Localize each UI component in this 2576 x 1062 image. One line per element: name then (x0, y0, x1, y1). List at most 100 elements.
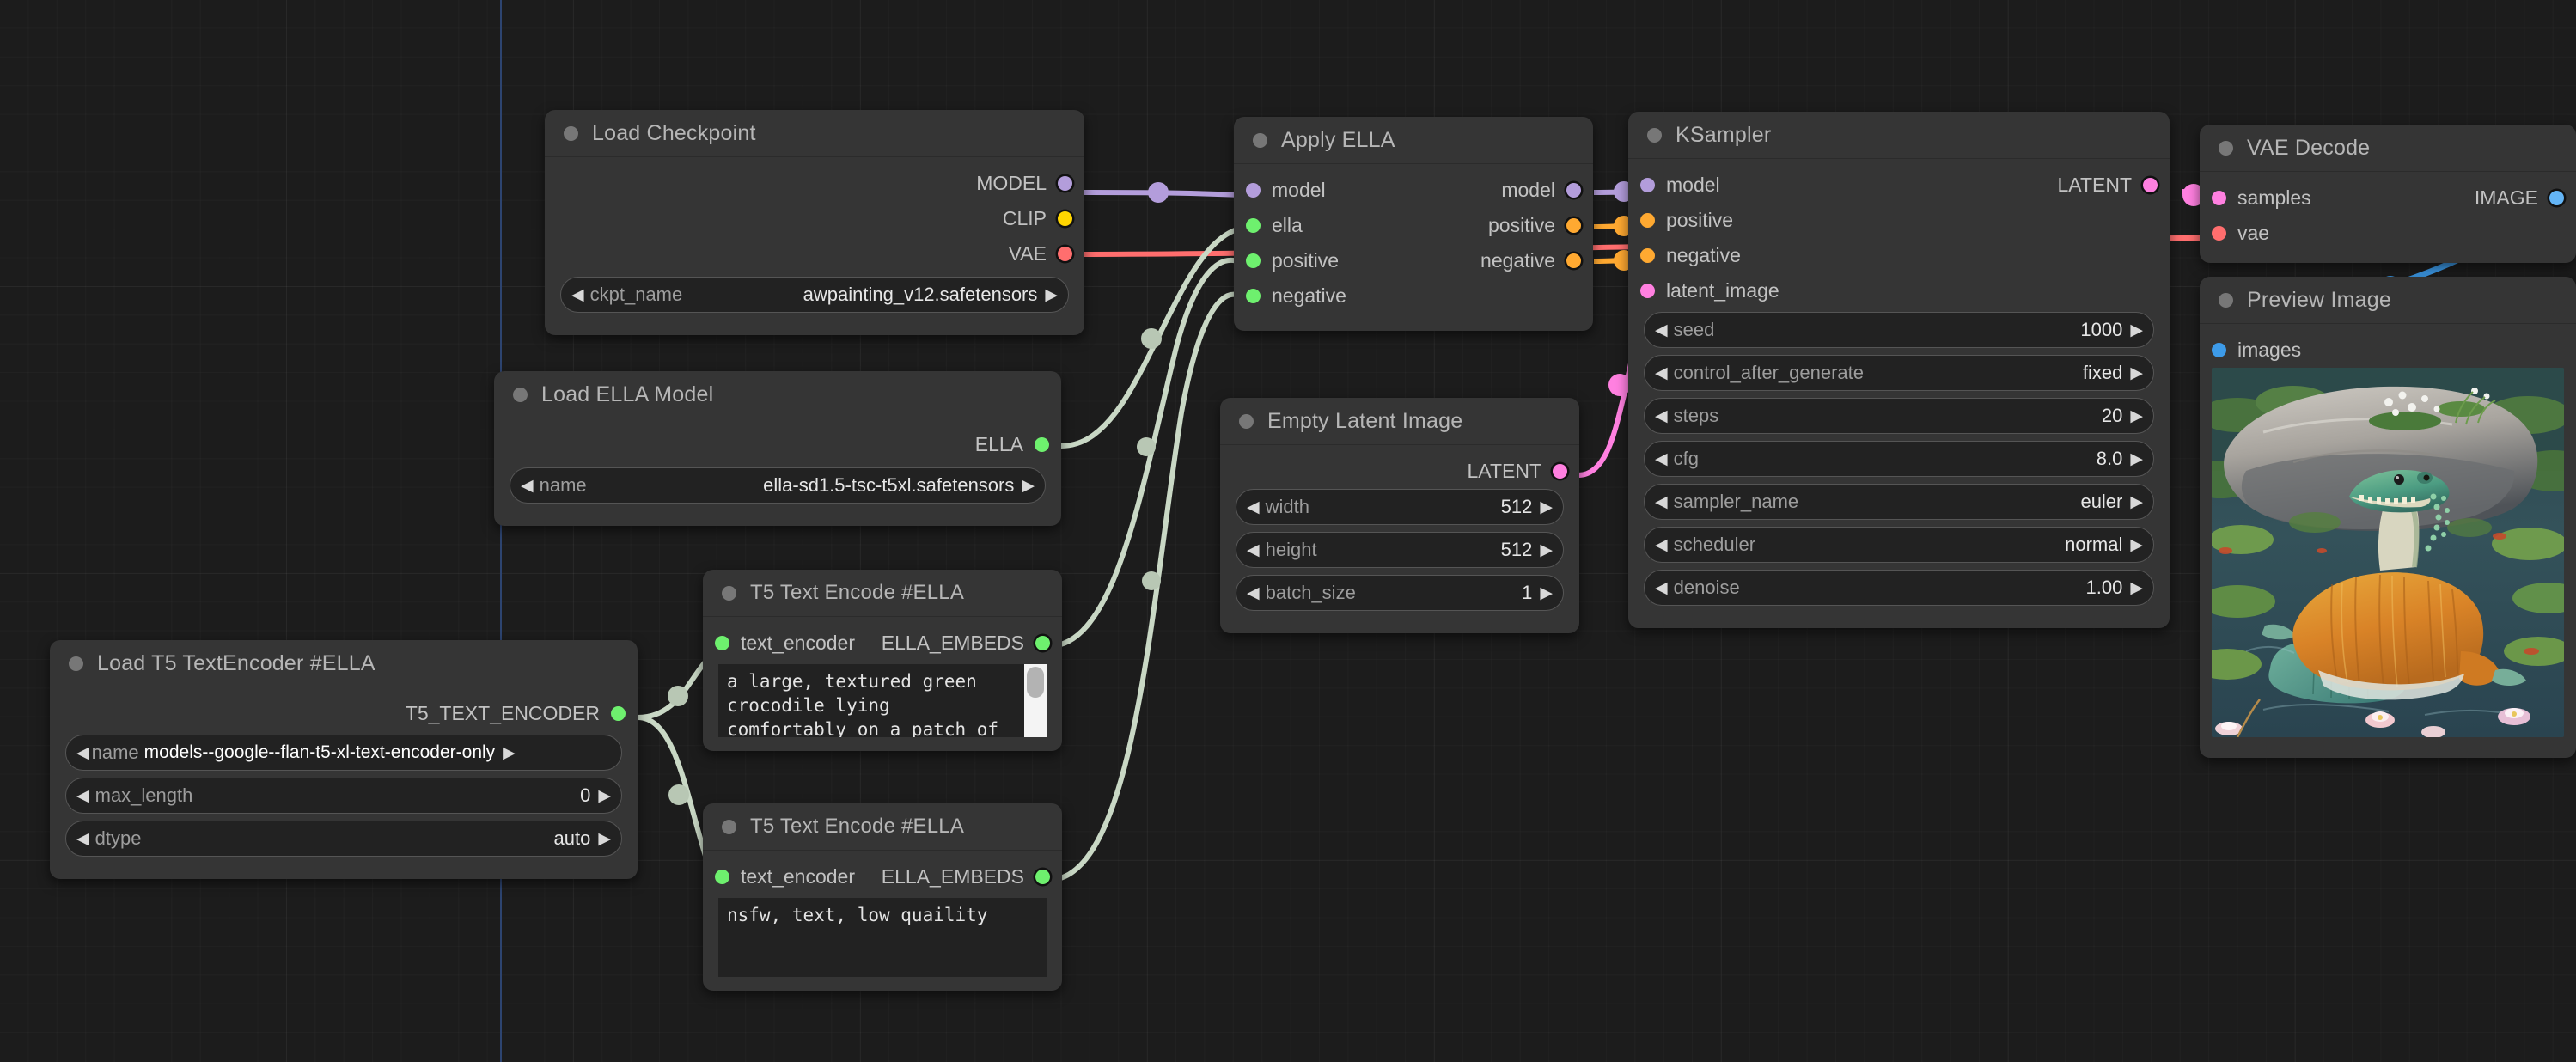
input-slot-model[interactable]: model (1234, 179, 1326, 202)
widget-t5-name[interactable]: ◀ name models--google--flan-t5-xl-text-e… (65, 735, 622, 771)
slot-dot-ella[interactable] (1246, 218, 1261, 233)
collapse-icon[interactable] (1253, 132, 1267, 148)
slot-dot-image[interactable] (2549, 191, 2564, 205)
output-slot-model[interactable]: model (1501, 179, 1593, 202)
output-slot-model[interactable]: MODEL (545, 166, 1084, 201)
widget-seed[interactable]: ◀ seed 1000 ▶ (1644, 312, 2154, 348)
widget-control-after-generate[interactable]: ◀ control_after_generate fixed ▶ (1644, 355, 2154, 391)
slot-dot-images[interactable] (2212, 343, 2226, 357)
output-slot-positive[interactable]: positive (1488, 214, 1593, 237)
widget-denoise[interactable]: ◀ denoise 1.00 ▶ (1644, 570, 2154, 606)
widget-sampler-name[interactable]: ◀ sampler_name euler ▶ (1644, 484, 2154, 520)
slot-dot-text-encoder[interactable] (715, 870, 729, 884)
prompt-textarea-negative[interactable]: nsfw, text, low quaility (718, 898, 1047, 977)
increment-arrow-icon[interactable]: ▶ (1540, 585, 1553, 601)
node-apply-ella[interactable]: Apply ELLA model model ella positive pos… (1234, 117, 1593, 331)
node-title-bar[interactable]: T5 Text Encode #ELLA (703, 570, 1062, 617)
slot-dot-model[interactable] (1640, 178, 1655, 192)
slot-dot-latent-image[interactable] (1640, 284, 1655, 298)
slot-dot-negative[interactable] (1246, 289, 1261, 303)
increment-arrow-icon[interactable]: ▶ (2130, 408, 2143, 424)
decrement-arrow-icon[interactable]: ◀ (521, 478, 534, 494)
output-slot-t5-text-encoder[interactable]: T5_TEXT_ENCODER (50, 696, 638, 731)
collapse-icon[interactable] (722, 819, 736, 834)
input-slot-negative[interactable]: negative (1628, 238, 2170, 273)
node-graph-canvas[interactable]: Load Checkpoint MODEL CLIP VAE ◀ ckpt_na… (0, 0, 2576, 1062)
node-ksampler[interactable]: KSampler model LATENT positive negative … (1628, 112, 2170, 628)
slot-dot-latent[interactable] (1553, 464, 1567, 479)
decrement-arrow-icon[interactable]: ◀ (76, 831, 89, 847)
node-title-bar[interactable]: Load T5 TextEncoder #ELLA (50, 640, 638, 687)
slot-dot-ella-embeds[interactable] (1035, 636, 1050, 650)
decrement-arrow-icon[interactable]: ◀ (1655, 322, 1668, 339)
node-vae-decode[interactable]: VAE Decode samples IMAGE vae (2200, 125, 2576, 263)
collapse-icon[interactable] (2219, 292, 2233, 308)
node-load-checkpoint[interactable]: Load Checkpoint MODEL CLIP VAE ◀ ckpt_na… (545, 110, 1084, 335)
increment-arrow-icon[interactable]: ▶ (598, 831, 611, 847)
collapse-icon[interactable] (69, 656, 83, 671)
decrement-arrow-icon[interactable]: ◀ (1655, 537, 1668, 553)
increment-arrow-icon[interactable]: ▶ (503, 745, 516, 761)
output-slot-latent[interactable]: LATENT (2058, 174, 2170, 197)
slot-dot-vae[interactable] (2212, 226, 2226, 241)
increment-arrow-icon[interactable]: ▶ (1540, 542, 1553, 558)
increment-arrow-icon[interactable]: ▶ (2130, 537, 2143, 553)
increment-arrow-icon[interactable]: ▶ (1045, 287, 1058, 303)
slot-dot-negative-out[interactable] (1566, 253, 1581, 268)
node-title-bar[interactable]: KSampler (1628, 112, 2170, 159)
preview-image-render[interactable] (2212, 368, 2564, 737)
widget-steps[interactable]: ◀ steps 20 ▶ (1644, 398, 2154, 434)
input-slot-text-encoder[interactable]: text_encoder (703, 865, 855, 888)
decrement-arrow-icon[interactable]: ◀ (1247, 585, 1260, 601)
slot-dot-clip[interactable] (1058, 211, 1072, 226)
widget-width[interactable]: ◀ width 512 ▶ (1236, 489, 1564, 525)
output-slot-ella-embeds[interactable]: ELLA_EMBEDS (882, 865, 1062, 888)
widget-ckpt-name[interactable]: ◀ ckpt_name awpainting_v12.safetensors ▶ (560, 277, 1069, 313)
node-title-bar[interactable]: Apply ELLA (1234, 117, 1593, 164)
widget-dtype[interactable]: ◀ dtype auto ▶ (65, 821, 622, 857)
collapse-icon[interactable] (564, 125, 578, 141)
input-slot-negative[interactable]: negative (1234, 278, 1593, 314)
input-slot-model[interactable]: model (1628, 174, 1720, 197)
increment-arrow-icon[interactable]: ▶ (2130, 494, 2143, 510)
increment-arrow-icon[interactable]: ▶ (2130, 322, 2143, 339)
slot-dot-positive[interactable] (1246, 253, 1261, 268)
decrement-arrow-icon[interactable]: ◀ (1247, 542, 1260, 558)
input-slot-vae[interactable]: vae (2200, 216, 2576, 251)
node-empty-latent-image[interactable]: Empty Latent Image LATENT ◀ width 512 ▶ … (1220, 398, 1579, 633)
input-slot-samples[interactable]: samples (2200, 186, 2311, 210)
decrement-arrow-icon[interactable]: ◀ (1655, 451, 1668, 467)
scrollbar-thumb[interactable] (1027, 667, 1044, 698)
slot-dot-negative[interactable] (1640, 248, 1655, 263)
collapse-icon[interactable] (1239, 413, 1254, 429)
increment-arrow-icon[interactable]: ▶ (1540, 499, 1553, 516)
decrement-arrow-icon[interactable]: ◀ (1655, 408, 1668, 424)
slot-dot-positive[interactable] (1640, 213, 1655, 228)
collapse-icon[interactable] (2219, 140, 2233, 156)
slot-dot-ella-embeds[interactable] (1035, 870, 1050, 884)
slot-dot-text-encoder[interactable] (715, 636, 729, 650)
collapse-icon[interactable] (513, 387, 528, 402)
output-slot-latent[interactable]: LATENT (1220, 454, 1579, 489)
node-title-bar[interactable]: T5 Text Encode #ELLA (703, 803, 1062, 851)
node-t5-text-encode-positive[interactable]: T5 Text Encode #ELLA text_encoder ELLA_E… (703, 570, 1062, 751)
slot-dot-model-out[interactable] (1566, 183, 1581, 198)
node-t5-text-encode-negative[interactable]: T5 Text Encode #ELLA text_encoder ELLA_E… (703, 803, 1062, 991)
increment-arrow-icon[interactable]: ▶ (598, 788, 611, 804)
slot-dot-ella[interactable] (1035, 437, 1049, 452)
slot-dot-samples[interactable] (2212, 191, 2226, 205)
collapse-icon[interactable] (722, 585, 736, 601)
widget-scheduler[interactable]: ◀ scheduler normal ▶ (1644, 527, 2154, 563)
widget-max-length[interactable]: ◀ max_length 0 ▶ (65, 778, 622, 814)
collapse-icon[interactable] (1647, 127, 1662, 143)
prompt-textarea-positive[interactable]: a large, textured green crocodile lying … (718, 664, 1047, 737)
node-title-bar[interactable]: Preview Image (2200, 277, 2576, 324)
increment-arrow-icon[interactable]: ▶ (2130, 365, 2143, 381)
slot-dot-model[interactable] (1058, 176, 1072, 191)
decrement-arrow-icon[interactable]: ◀ (76, 788, 89, 804)
node-title-bar[interactable]: VAE Decode (2200, 125, 2576, 172)
output-slot-ella-embeds[interactable]: ELLA_EMBEDS (882, 632, 1062, 655)
increment-arrow-icon[interactable]: ▶ (2130, 580, 2143, 596)
node-title-bar[interactable]: Load ELLA Model (494, 371, 1061, 418)
output-slot-clip[interactable]: CLIP (545, 201, 1084, 236)
